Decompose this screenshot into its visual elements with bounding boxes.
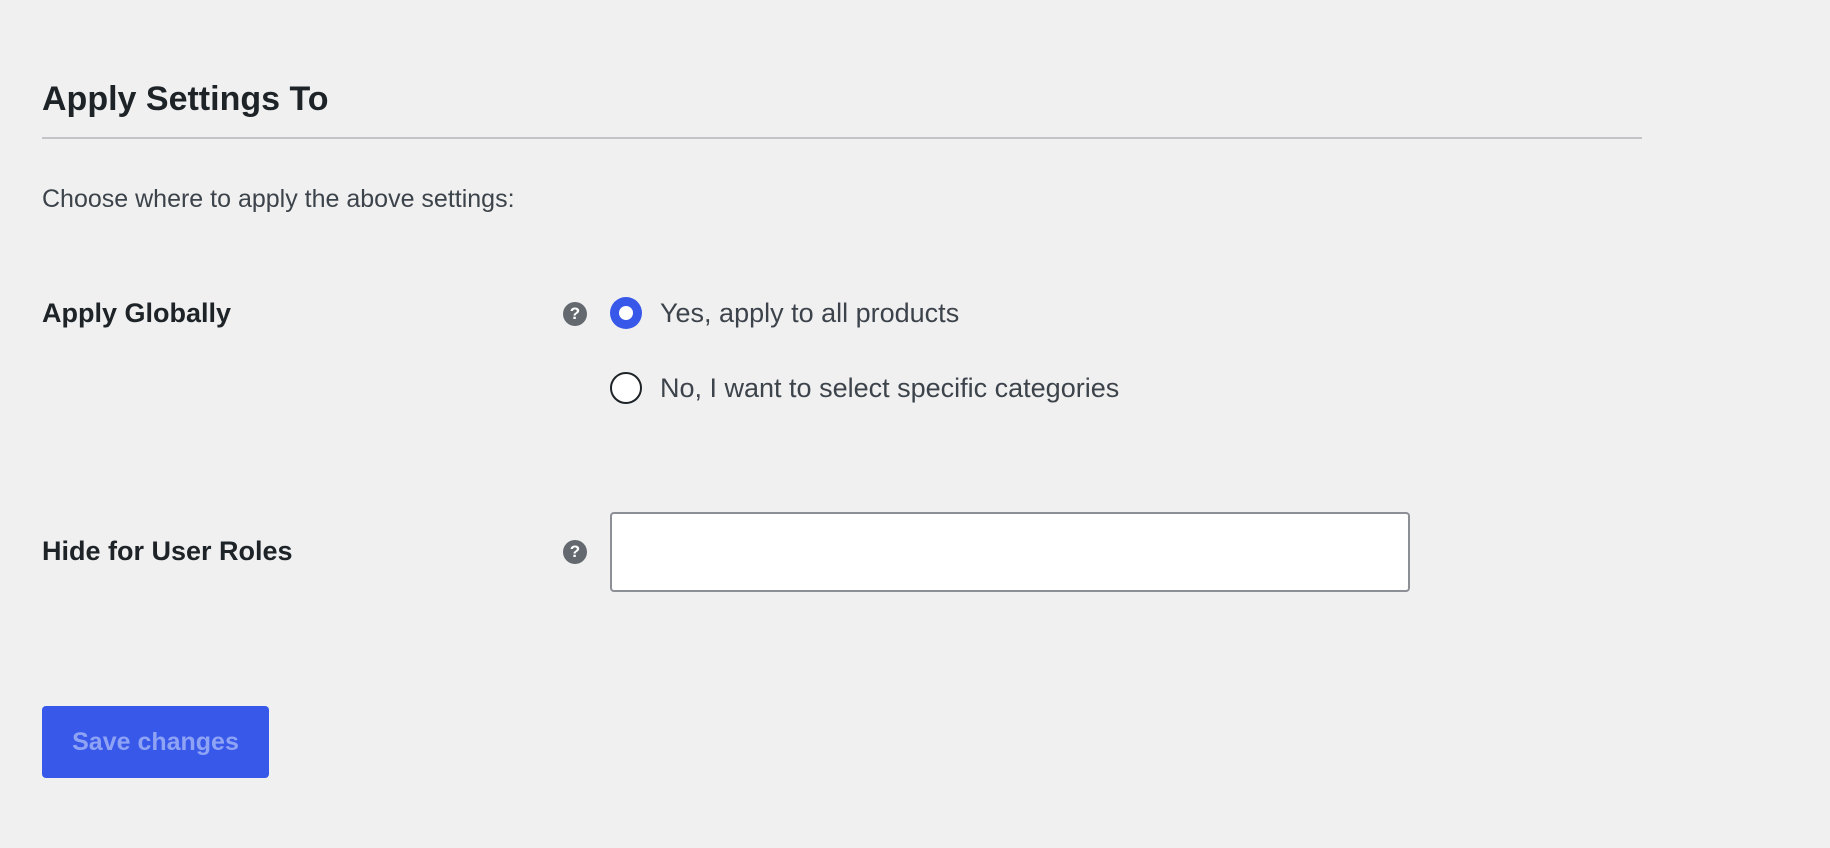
settings-page: Apply Settings To Choose where to apply … — [0, 0, 1830, 848]
radio-label-select-categories: No, I want to select specific categories — [660, 373, 1120, 403]
save-changes-button[interactable]: Save changes — [42, 706, 269, 778]
radio-button-unchecked[interactable] — [610, 372, 642, 404]
section-divider — [42, 137, 1642, 139]
section-description: Choose where to apply the above settings… — [42, 185, 515, 213]
apply-globally-label: Apply Globally — [42, 298, 232, 328]
hide-for-user-roles-label: Hide for User Roles — [42, 536, 293, 566]
question-mark-icon[interactable]: ? — [563, 302, 587, 326]
radio-label-apply-all: Yes, apply to all products — [660, 298, 960, 328]
radio-button-checked[interactable] — [610, 297, 642, 329]
radio-option-select-categories[interactable]: No, I want to select specific categories — [610, 371, 1119, 405]
user-roles-input[interactable] — [610, 512, 1410, 592]
section-title: Apply Settings To — [42, 80, 329, 118]
radio-option-apply-all[interactable]: Yes, apply to all products — [610, 296, 959, 330]
question-mark-icon[interactable]: ? — [563, 540, 587, 564]
